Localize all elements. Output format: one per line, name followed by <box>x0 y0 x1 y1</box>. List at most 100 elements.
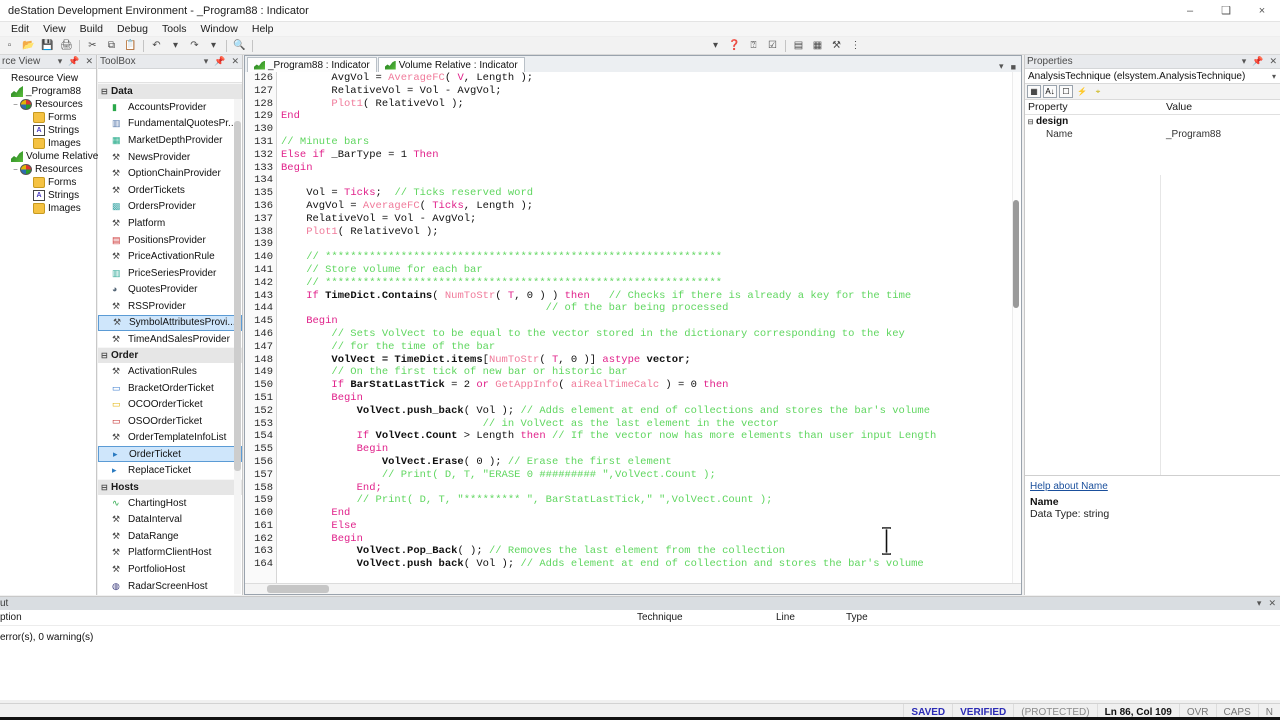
find-icon[interactable]: 🔍 <box>231 38 248 54</box>
properties-object-selector[interactable]: AnalysisTechnique (elsystem.AnalysisTech… <box>1025 69 1280 84</box>
toolbox-item[interactable]: ⚒ PriceActivationRule <box>98 248 242 265</box>
toolbox-search-bar[interactable] <box>98 69 242 83</box>
tree-item[interactable]: A Strings <box>2 189 96 202</box>
toolbox-item[interactable]: ▦ MarketDepthProvider <box>98 132 242 149</box>
toolbox-item[interactable]: ⚒ Platform <box>98 215 242 232</box>
toolbox-item[interactable]: ⚒ DataRange <box>98 528 242 545</box>
tree-item[interactable]: Forms <box>2 176 96 189</box>
undo-icon[interactable]: ↶ <box>148 38 165 54</box>
tree-item[interactable]: − Resources <box>2 163 96 176</box>
toolbox-item[interactable]: ⚒ OrderTickets <box>98 182 242 199</box>
toolbox-item[interactable]: ⚒ DataInterval <box>98 511 242 528</box>
tree-item[interactable]: Images <box>2 137 96 150</box>
toolbox-scroll-thumb[interactable] <box>234 121 241 471</box>
toolbox-item[interactable]: ▭ OCOOrderTicket <box>98 397 242 414</box>
toolbox-item[interactable]: ⚒ OrderTemplateInfoList <box>98 430 242 447</box>
pin-icon[interactable]: 📌 <box>1252 56 1263 67</box>
toolbox-item[interactable]: ⚒ RSSProvider <box>98 298 242 315</box>
output-column-header[interactable]: Technique <box>637 612 683 623</box>
toolbox-item[interactable]: ⚒ PlatformClientHost <box>98 545 242 562</box>
property-pages-icon[interactable]: ⌖ <box>1091 85 1105 98</box>
open-folder-icon[interactable]: 📂 <box>20 38 37 54</box>
chevron-down-icon[interactable]: ▾ <box>1272 72 1280 81</box>
toolbox-item[interactable]: ⚒ TimeAndSalesProvider <box>98 331 242 348</box>
new-file-icon[interactable]: ▫ <box>1 38 18 54</box>
toolbox-icon[interactable]: ▦ <box>809 38 826 54</box>
minimize-button[interactable]: – <box>1172 0 1208 22</box>
redo-dropdown-icon[interactable]: ▾ <box>205 38 222 54</box>
toolbox-item[interactable]: ⚒ SymbolAttributesProvi... <box>98 314 242 331</box>
undo-dropdown-icon[interactable]: ▾ <box>167 38 184 54</box>
source-code[interactable]: AvgVol = AverageFC( V, Length ); Relativ… <box>277 72 1021 571</box>
toolbox-item[interactable]: ⚒ PortfolioHost <box>98 561 242 578</box>
tree-item[interactable]: Volume Relative <box>2 150 98 163</box>
toolbox-item[interactable]: ⚒ OptionChainProvider <box>98 165 242 182</box>
toolbox-item[interactable]: ⚒ ActivationRules <box>98 363 242 380</box>
pin-icon[interactable]: 📌 <box>68 56 79 67</box>
properties-icon[interactable]: ☐ <box>1059 85 1073 98</box>
copy-icon[interactable]: ⧉ <box>103 38 120 54</box>
combo-dropdown-icon[interactable]: ▾ <box>707 38 724 54</box>
menu-item-build[interactable]: Build <box>73 22 110 37</box>
maximize-button[interactable]: ❑ <box>1208 0 1244 22</box>
dropdown-icon[interactable]: ▾ <box>204 56 209 67</box>
property-row[interactable]: Name _Program88 <box>1025 128 1280 141</box>
help-arrow-icon[interactable]: ⍰ <box>745 38 762 54</box>
menu-item-debug[interactable]: Debug <box>110 22 155 37</box>
print-icon[interactable]: 🖨 <box>58 38 75 54</box>
close-icon[interactable]: ✕ <box>85 56 93 67</box>
group-expander-icon[interactable]: ⊟ <box>101 87 111 96</box>
close-icon[interactable]: ■ <box>1011 62 1016 72</box>
toolbox-item[interactable]: ▭ BracketOrderTicket <box>98 380 242 397</box>
categorized-icon[interactable]: ▦ <box>1027 85 1041 98</box>
output-column-header[interactable]: Type <box>846 612 868 623</box>
tree-item[interactable]: Images <box>2 202 96 215</box>
tree-item[interactable]: _Program88 <box>2 85 96 98</box>
toolbox-scrollbar[interactable] <box>234 99 241 594</box>
events-icon[interactable]: ⚡ <box>1075 85 1089 98</box>
editor-tab[interactable]: Volume Relative : Indicator <box>377 57 525 72</box>
cut-icon[interactable]: ✂ <box>84 38 101 54</box>
menu-item-window[interactable]: Window <box>194 22 245 37</box>
alphabetical-icon[interactable]: A↓ <box>1043 85 1057 98</box>
editor-hscroll-thumb[interactable] <box>267 585 329 593</box>
editor-body[interactable]: 126 127 128 129 130 131 132 133 134 135 136 137 138 1… <box>245 72 1021 594</box>
editor-tab[interactable]: _Program88 : Indicator <box>247 57 377 72</box>
toolbox-item[interactable]: ▸ OrderTicket <box>98 446 242 463</box>
close-icon[interactable]: ✕ <box>1268 598 1276 609</box>
output-column-header[interactable]: ption <box>0 612 22 623</box>
property-expander-icon[interactable]: ⊟ <box>1025 118 1036 126</box>
toolbar-overflow-icon[interactable]: ⋮ <box>847 38 864 54</box>
editor-horizontal-scrollbar[interactable] <box>245 583 1021 594</box>
dropdown-icon[interactable]: ▾ <box>1242 56 1247 67</box>
tools-icon[interactable]: ⚒ <box>828 38 845 54</box>
tree-item[interactable]: − Resources <box>2 98 96 111</box>
dropdown-icon[interactable]: ▾ <box>999 61 1004 72</box>
toolbox-item[interactable]: ▩ OrdersProvider <box>98 199 242 216</box>
redo-icon[interactable]: ↷ <box>186 38 203 54</box>
toolbox-item[interactable]: ▸ ReplaceTicket <box>98 462 242 479</box>
editor-vertical-scrollbar[interactable] <box>1012 72 1021 594</box>
toolbox-group-data[interactable]: ⊟ Data <box>98 83 242 99</box>
toolbox-item[interactable]: ⚒ NewsProvider <box>98 149 242 166</box>
dropdown-icon[interactable]: ▾ <box>1257 598 1262 609</box>
close-icon[interactable]: ✕ <box>1269 56 1277 67</box>
toolbox-item[interactable]: ▥ PriceSeriesProvider <box>98 265 242 282</box>
editor-scroll-thumb[interactable] <box>1013 200 1019 308</box>
toolbox-item[interactable]: ◕ QuotesProvider <box>98 282 242 299</box>
dropdown-icon[interactable]: ▾ <box>58 56 63 67</box>
group-expander-icon[interactable]: ⊟ <box>101 483 111 492</box>
close-icon[interactable]: ✕ <box>231 56 239 67</box>
close-button[interactable]: × <box>1244 0 1280 22</box>
toolbox-group-hosts[interactable]: ⊟ Hosts <box>98 478 242 495</box>
group-expander-icon[interactable]: ⊟ <box>101 351 111 360</box>
menu-item-view[interactable]: View <box>36 22 73 37</box>
toolbox-item[interactable]: ▭ OSOOrderTicket <box>98 413 242 430</box>
properties-window-icon[interactable]: ▤ <box>790 38 807 54</box>
paste-icon[interactable]: 📋 <box>122 38 139 54</box>
tree-item[interactable]: A Strings <box>2 124 96 137</box>
tree-expander-icon[interactable]: − <box>11 165 20 174</box>
tree-expander-icon[interactable]: − <box>11 100 20 109</box>
property-row[interactable]: ⊟ design <box>1025 115 1280 128</box>
checkmark-icon[interactable]: ☑ <box>764 38 781 54</box>
